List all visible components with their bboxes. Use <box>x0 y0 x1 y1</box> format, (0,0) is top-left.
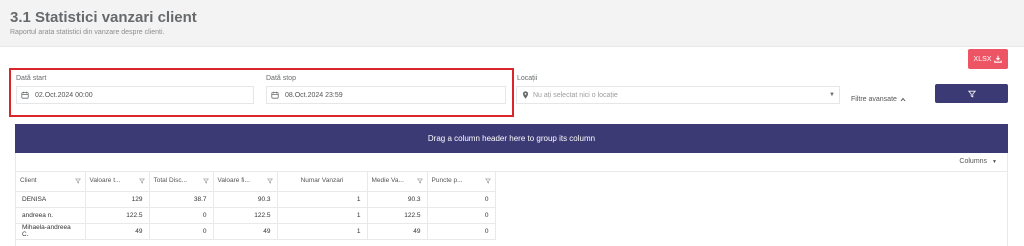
cell-total-value: 129 <box>85 191 150 208</box>
cell-points: 0 <box>427 191 496 208</box>
stop-date-value: 08.Oct.2024 23:59 <box>285 91 343 99</box>
cell-client: Mihaela-andreea C. <box>16 223 86 240</box>
column-header-points[interactable]: Puncte p... <box>427 171 496 192</box>
cell-average-value: 90.3 <box>367 191 428 208</box>
chevron-up-icon <box>900 97 906 102</box>
filter-icon[interactable] <box>74 178 81 184</box>
cell-total-discount: 0 <box>149 207 214 224</box>
table-row[interactable]: Mihaela-andreea C. 49 0 49 1 49 0 <box>16 223 496 240</box>
cell-final-value: 49 <box>213 223 278 240</box>
calendar-icon <box>17 87 33 103</box>
funnel-icon <box>967 90 976 97</box>
data-grid: Columns ▼ Client Valoare t... Total Disc… <box>15 153 1008 246</box>
cell-client: andreea n. <box>16 207 86 224</box>
cell-total-discount: 0 <box>149 223 214 240</box>
cell-total-value: 122.5 <box>85 207 150 224</box>
cell-sales-count: 1 <box>277 207 368 224</box>
filter-icon[interactable] <box>202 178 209 184</box>
cell-average-value: 49 <box>367 223 428 240</box>
location-label: Locații <box>517 75 538 82</box>
cell-points: 0 <box>427 223 496 240</box>
filter-icon[interactable] <box>138 178 145 184</box>
export-xlsx-label: XLSX <box>973 55 992 63</box>
table-row[interactable]: DENISA 129 38.7 90.3 1 90.3 0 <box>16 191 496 208</box>
download-icon <box>994 55 1003 63</box>
cell-points: 0 <box>427 207 496 224</box>
page-title: 3.1 Statistici vanzari client <box>10 9 197 26</box>
stop-date-label: Dată stop <box>266 75 296 82</box>
cell-sales-count: 1 <box>277 191 368 208</box>
location-placeholder: Nu ați selectat nici o locație <box>533 91 618 99</box>
start-date-label: Dată start <box>16 75 47 82</box>
cell-final-value: 90.3 <box>213 191 278 208</box>
map-marker-icon <box>517 91 533 99</box>
column-header-client[interactable]: Client <box>16 171 86 192</box>
calendar-icon <box>267 87 283 103</box>
columns-chooser-label: Columns <box>959 158 988 165</box>
cell-sales-count: 1 <box>277 223 368 240</box>
filter-icon[interactable] <box>266 178 273 184</box>
column-header-average-value[interactable]: Medie Va... <box>367 171 428 192</box>
cell-total-value: 49 <box>85 223 150 240</box>
column-header-total-value[interactable]: Valoare t... <box>85 171 150 192</box>
location-select[interactable]: Nu ați selectat nici o locație ▼ <box>516 86 840 104</box>
sales-table: Client Valoare t... Total Disc... Valoar… <box>16 171 496 240</box>
export-xlsx-button[interactable]: XLSX <box>968 49 1008 69</box>
group-panel[interactable]: Drag a column header here to group its c… <box>15 124 1008 153</box>
caret-down-icon: ▼ <box>992 158 997 165</box>
page-header: 3.1 Statistici vanzari client Raportul a… <box>0 0 1024 46</box>
cell-final-value: 122.5 <box>213 207 278 224</box>
start-date-field[interactable]: 02.Oct.2024 00:00 <box>16 86 254 104</box>
table-row[interactable]: andreea n. 122.5 0 122.5 1 122.5 0 <box>16 207 496 224</box>
advanced-filters-label: Filtre avansate <box>851 96 897 103</box>
apply-filter-button[interactable] <box>935 84 1008 103</box>
column-header-total-discount[interactable]: Total Disc... <box>149 171 214 192</box>
column-header-sales-count[interactable]: Numar Vanzari <box>277 171 368 192</box>
header-row: Client Valoare t... Total Disc... Valoar… <box>16 171 496 192</box>
page-subtitle: Raportul arata statistici din vanzare de… <box>10 29 165 36</box>
cell-client: DENISA <box>16 191 86 208</box>
stop-date-field[interactable]: 08.Oct.2024 23:59 <box>266 86 506 104</box>
group-panel-hint: Drag a column header here to group its c… <box>427 134 596 143</box>
chevron-down-icon: ▼ <box>829 92 835 98</box>
cell-total-discount: 38.7 <box>149 191 214 208</box>
cell-average-value: 122.5 <box>367 207 428 224</box>
filter-icon[interactable] <box>416 178 423 184</box>
filter-icon[interactable] <box>484 178 491 184</box>
column-header-final-value[interactable]: Valoare fi... <box>213 171 278 192</box>
start-date-value: 02.Oct.2024 00:00 <box>35 91 93 99</box>
advanced-filters-toggle[interactable]: Filtre avansate <box>851 96 906 103</box>
columns-chooser-button[interactable]: Columns ▼ <box>959 158 997 165</box>
